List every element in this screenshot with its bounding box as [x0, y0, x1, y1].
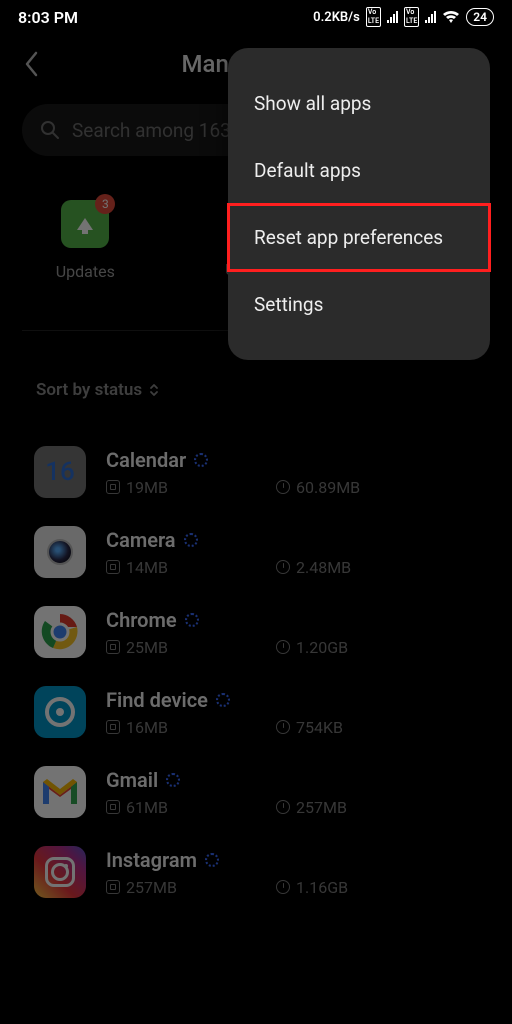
- app-name: Gmail: [106, 768, 158, 792]
- updates-icon: 3: [61, 200, 109, 248]
- app-storage: 16MB: [126, 718, 168, 737]
- instagram-icon: [34, 846, 86, 898]
- app-name: Instagram: [106, 848, 197, 872]
- app-name: Find device: [106, 688, 208, 712]
- clock: 8:03 PM: [18, 8, 78, 27]
- loading-icon: [166, 773, 180, 787]
- app-storage: 257MB: [126, 878, 177, 897]
- data-icon: [276, 560, 290, 574]
- app-name: Chrome: [106, 608, 177, 632]
- loading-icon: [205, 853, 219, 867]
- sort-label: Sort by status: [36, 380, 142, 400]
- chrome-icon: [34, 606, 86, 658]
- overflow-menu: Show all apps Default apps Reset app pre…: [228, 48, 490, 360]
- menu-show-all-apps[interactable]: Show all apps: [228, 70, 490, 137]
- sort-icon: [148, 383, 160, 397]
- app-row-chrome[interactable]: Chrome 25MB 1.20GB: [0, 592, 512, 672]
- menu-default-apps[interactable]: Default apps: [228, 137, 490, 204]
- app-data: 2.48MB: [296, 558, 351, 577]
- calendar-icon: 16: [34, 446, 86, 498]
- loading-icon: [184, 533, 198, 547]
- lte-badge-1: VoLTE: [366, 7, 381, 27]
- storage-icon: [106, 880, 120, 894]
- status-bar: 8:03 PM 0.2KB/s VoLTE VoLTE 24: [0, 0, 512, 34]
- data-icon: [276, 800, 290, 814]
- lte-badge-2: VoLTE: [404, 7, 419, 27]
- storage-icon: [106, 720, 120, 734]
- app-storage: 14MB: [126, 558, 168, 577]
- battery-indicator: 24: [466, 8, 494, 26]
- storage-icon: [106, 640, 120, 654]
- status-right: 0.2KB/s VoLTE VoLTE 24: [313, 7, 494, 27]
- find-device-icon: [34, 686, 86, 738]
- storage-icon: [106, 560, 120, 574]
- loading-icon: [194, 453, 208, 467]
- updates-label: Updates: [56, 262, 115, 281]
- app-storage: 25MB: [126, 638, 168, 657]
- app-data: 60.89MB: [296, 478, 360, 497]
- net-speed: 0.2KB/s: [313, 10, 360, 25]
- updates-badge: 3: [95, 194, 115, 214]
- signal-icon-2: [425, 11, 436, 23]
- app-row-gmail[interactable]: Gmail 61MB 257MB: [0, 752, 512, 832]
- wifi-icon: [442, 10, 460, 24]
- menu-settings[interactable]: Settings: [228, 271, 490, 338]
- gmail-icon: [34, 766, 86, 818]
- app-data: 1.20GB: [296, 638, 348, 657]
- camera-icon: [34, 526, 86, 578]
- app-row-find-device[interactable]: Find device 16MB 754KB: [0, 672, 512, 752]
- app-storage: 19MB: [126, 478, 168, 497]
- app-data: 754KB: [296, 718, 343, 737]
- back-button[interactable]: [16, 46, 46, 82]
- app-name: Camera: [106, 528, 176, 552]
- data-icon: [276, 640, 290, 654]
- storage-icon: [106, 800, 120, 814]
- loading-icon: [216, 693, 230, 707]
- app-storage: 61MB: [126, 798, 168, 817]
- app-name: Calendar: [106, 448, 186, 472]
- updates-action[interactable]: 3 Updates: [0, 200, 171, 281]
- search-icon: [40, 120, 60, 140]
- app-row-instagram[interactable]: Instagram 257MB 1.16GB: [0, 832, 512, 912]
- sort-control[interactable]: Sort by status: [36, 380, 160, 400]
- data-icon: [276, 720, 290, 734]
- app-row-calendar[interactable]: 16 Calendar 19MB 60.89MB: [0, 432, 512, 512]
- data-icon: [276, 880, 290, 894]
- storage-icon: [106, 480, 120, 494]
- menu-reset-app-preferences[interactable]: Reset app preferences: [228, 204, 490, 271]
- loading-icon: [185, 613, 199, 627]
- signal-icon-1: [387, 11, 398, 23]
- app-data: 257MB: [296, 798, 347, 817]
- app-row-camera[interactable]: Camera 14MB 2.48MB: [0, 512, 512, 592]
- data-icon: [276, 480, 290, 494]
- app-data: 1.16GB: [296, 878, 348, 897]
- app-list: 16 Calendar 19MB 60.89MB Camera 14MB 2.4…: [0, 432, 512, 912]
